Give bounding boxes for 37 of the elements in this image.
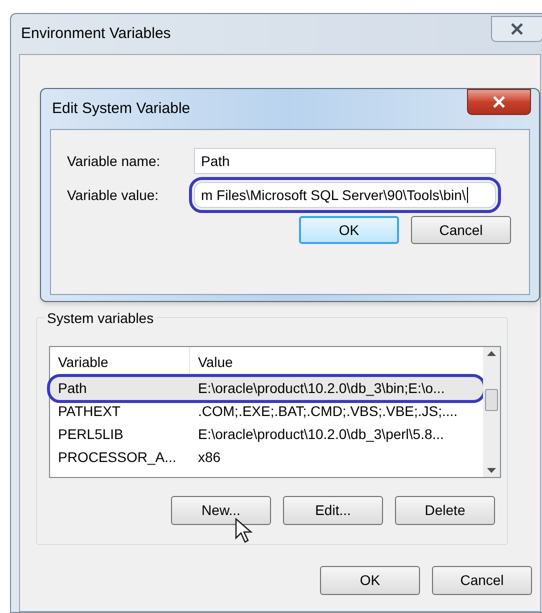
table-cell-text: .COM;.EXE;.BAT;.CMD;.VBS;.VBE;.JS;.... bbox=[197, 402, 459, 421]
close-icon bbox=[510, 23, 524, 35]
table-cell-text: E:\oracle\product\10.2.0\db_3\bin;E:\o... bbox=[197, 379, 446, 398]
scrollbar-thumb[interactable] bbox=[485, 389, 498, 411]
text-field[interactable]: Path bbox=[194, 148, 496, 174]
scroll-down-icon bbox=[487, 468, 496, 473]
field-label: Variable value: bbox=[66, 186, 160, 204]
scroll-up-icon bbox=[487, 351, 496, 356]
variable-row[interactable]: PERL5LIB E:\oracle\product\10.2.0\db_3\perl\5.8... bbox=[50, 423, 483, 446]
table-cell-text: Path bbox=[57, 379, 88, 398]
close-button[interactable] bbox=[491, 16, 542, 42]
variable-row[interactable]: Path E:\oracle\product\10.2.0\db_3\bin;E:\o... bbox=[50, 377, 483, 400]
dialog-button[interactable]: OK bbox=[320, 566, 420, 595]
dialog-button[interactable]: OK bbox=[299, 216, 399, 244]
table-cell-text: PERL5LIB bbox=[57, 425, 124, 444]
variable-row[interactable]: PROCESSOR_A... x86 bbox=[50, 446, 483, 469]
text-caret bbox=[466, 187, 468, 203]
list-action-button[interactable]: Edit... bbox=[283, 496, 383, 525]
list-action-button[interactable]: Delete bbox=[395, 496, 495, 525]
close-button[interactable] bbox=[467, 89, 531, 115]
column-header[interactable]: Value bbox=[190, 347, 483, 377]
dialog-title: Edit System Variable bbox=[52, 98, 190, 119]
variable-row[interactable]: PATHEXT .COM;.EXE;.BAT;.CMD;.VBS;.VBE;.JS;.... bbox=[50, 400, 483, 423]
window-title: Environment Variables bbox=[21, 24, 171, 44]
dialog-button[interactable]: Cancel bbox=[432, 566, 532, 595]
field-value: m Files\Microsoft SQL Server\90\Tools\bin\ bbox=[201, 186, 466, 205]
close-icon bbox=[492, 96, 506, 108]
table-cell-text: PATHEXT bbox=[57, 402, 122, 421]
field-label: Variable name: bbox=[66, 152, 162, 170]
table-cell-text: PROCESSOR_A... bbox=[57, 448, 178, 467]
scrollbar[interactable] bbox=[483, 347, 500, 477]
list-action-button[interactable]: New... bbox=[171, 496, 271, 525]
mouse-cursor-icon bbox=[235, 518, 253, 544]
table-cell-text: E:\oracle\product\10.2.0\db_3\perl\5.8... bbox=[197, 425, 445, 444]
dialog-button[interactable]: Cancel bbox=[411, 216, 511, 244]
field-value: Path bbox=[201, 152, 230, 170]
table-cell-text: x86 bbox=[197, 448, 222, 467]
